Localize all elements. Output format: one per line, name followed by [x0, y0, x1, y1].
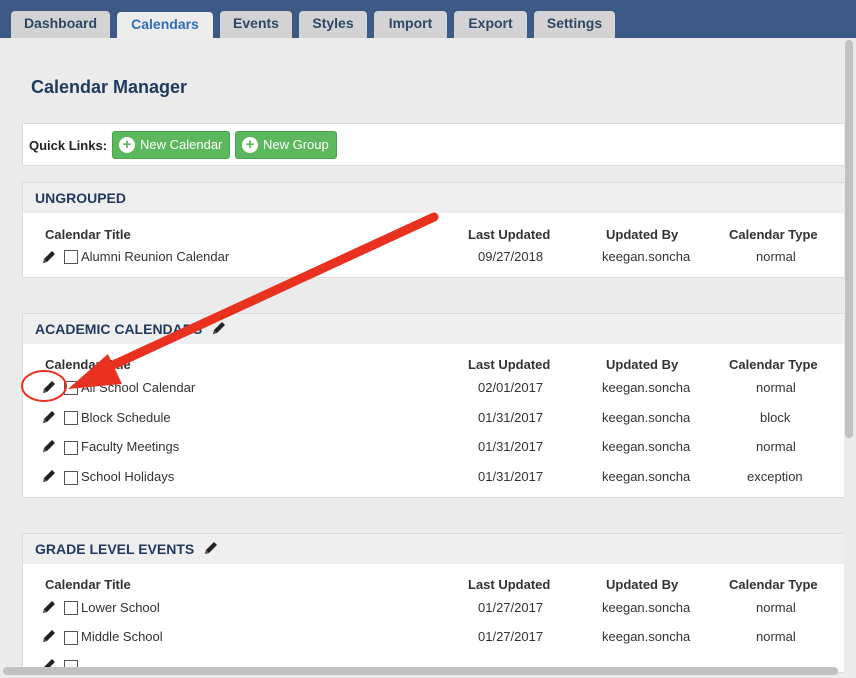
column-header-updated[interactable]: Last Updated [468, 357, 550, 372]
updated-by: keegan.soncha [602, 410, 691, 425]
calendar-type: normal [756, 249, 796, 264]
calendar-title[interactable]: Middle School [81, 629, 163, 644]
last-updated: 01/31/2017 [478, 469, 544, 484]
horizontal-scrollbar[interactable] [3, 667, 838, 675]
group-name: ACADEMIC CALENDARS [35, 321, 203, 337]
new-calendar-label: New Calendar [140, 137, 223, 152]
column-header-updated-by[interactable]: Updated By [606, 357, 678, 372]
updated-by: keegan.soncha [602, 439, 691, 454]
pencil-edit-icon[interactable] [42, 250, 56, 264]
calendar-type: normal [756, 600, 796, 615]
tab-export[interactable]: Export [454, 11, 527, 38]
row-checkbox[interactable] [64, 441, 78, 455]
quick-links-bar: Quick Links: + New Calendar + New Group [22, 123, 844, 166]
new-calendar-button[interactable]: + New Calendar [112, 131, 230, 159]
pencil-edit-icon[interactable] [42, 380, 56, 394]
plus-circle-icon: + [119, 137, 135, 153]
calendar-type: normal [756, 380, 796, 395]
column-header-updated[interactable]: Last Updated [468, 577, 550, 592]
group-ungrouped: UNGROUPED Calendar Title Last Updated Up… [22, 182, 844, 278]
calendar-type: block [760, 410, 791, 425]
updated-by: keegan.soncha [602, 600, 691, 615]
last-updated: 02/01/2017 [478, 380, 544, 395]
new-group-label: New Group [263, 137, 329, 152]
group-header: GRADE LEVEL EVENTS [23, 534, 844, 564]
row-checkbox[interactable] [64, 631, 78, 645]
row-checkbox[interactable] [64, 471, 78, 485]
calendar-title[interactable]: All School Calendar [81, 380, 195, 395]
calendar-type: normal [756, 629, 796, 644]
last-updated: 01/27/2017 [478, 600, 544, 615]
page-title: Calendar Manager [31, 77, 188, 97]
row-checkbox[interactable] [64, 411, 78, 425]
group-name: UNGROUPED [35, 190, 127, 206]
tab-calendars[interactable]: Calendars [117, 12, 213, 39]
group-academic-calendars: ACADEMIC CALENDARS Calendar Title Last U… [22, 313, 844, 498]
column-header-title[interactable]: Calendar Title [45, 227, 131, 242]
last-updated: 01/31/2017 [478, 410, 544, 425]
calendar-type: exception [747, 469, 803, 484]
updated-by: keegan.soncha [602, 629, 691, 644]
last-updated: 01/31/2017 [478, 439, 544, 454]
calendar-title[interactable]: Lower School [81, 600, 160, 615]
last-updated: 09/27/2018 [478, 249, 544, 264]
pencil-edit-icon[interactable] [42, 439, 56, 453]
tab-dashboard[interactable]: Dashboard [11, 11, 110, 38]
column-header-type[interactable]: Calendar Type [729, 227, 818, 242]
row-checkbox[interactable] [64, 381, 78, 395]
calendar-title[interactable]: School Holidays [81, 469, 174, 484]
updated-by: keegan.soncha [602, 249, 691, 264]
new-group-button[interactable]: + New Group [235, 131, 337, 159]
plus-circle-icon: + [242, 137, 258, 153]
column-header-title[interactable]: Calendar Title [45, 577, 131, 592]
group-header: ACADEMIC CALENDARS [23, 314, 844, 344]
column-header-type[interactable]: Calendar Type [729, 357, 818, 372]
calendar-type: normal [756, 439, 796, 454]
pencil-edit-icon[interactable] [42, 410, 56, 424]
tab-import[interactable]: Import [374, 11, 447, 38]
vertical-scrollbar[interactable] [845, 40, 853, 438]
row-checkbox[interactable] [64, 601, 78, 615]
pencil-edit-icon[interactable] [212, 321, 226, 335]
pencil-edit-icon[interactable] [42, 629, 56, 643]
updated-by: keegan.soncha [602, 380, 691, 395]
pencil-edit-icon[interactable] [42, 600, 56, 614]
tab-events[interactable]: Events [220, 11, 292, 38]
updated-by: keegan.soncha [602, 469, 691, 484]
calendar-title[interactable]: Alumni Reunion Calendar [81, 249, 229, 264]
column-header-type[interactable]: Calendar Type [729, 577, 818, 592]
column-header-updated-by[interactable]: Updated By [606, 577, 678, 592]
group-header: UNGROUPED [23, 183, 844, 213]
column-header-updated[interactable]: Last Updated [468, 227, 550, 242]
tab-styles[interactable]: Styles [299, 11, 367, 38]
column-header-title[interactable]: Calendar Title [45, 357, 131, 372]
pencil-edit-icon[interactable] [204, 541, 218, 555]
last-updated: 01/27/2017 [478, 629, 544, 644]
group-grade-level-events: GRADE LEVEL EVENTS Calendar Title Last U… [22, 533, 844, 673]
tab-settings[interactable]: Settings [534, 11, 615, 38]
row-checkbox[interactable] [64, 250, 78, 264]
group-name: GRADE LEVEL EVENTS [35, 541, 195, 557]
calendar-title[interactable]: Faculty Meetings [81, 439, 179, 454]
calendar-title[interactable]: Block Schedule [81, 410, 171, 425]
quick-links-label: Quick Links: [29, 138, 108, 153]
column-header-updated-by[interactable]: Updated By [606, 227, 678, 242]
pencil-edit-icon[interactable] [42, 469, 56, 483]
